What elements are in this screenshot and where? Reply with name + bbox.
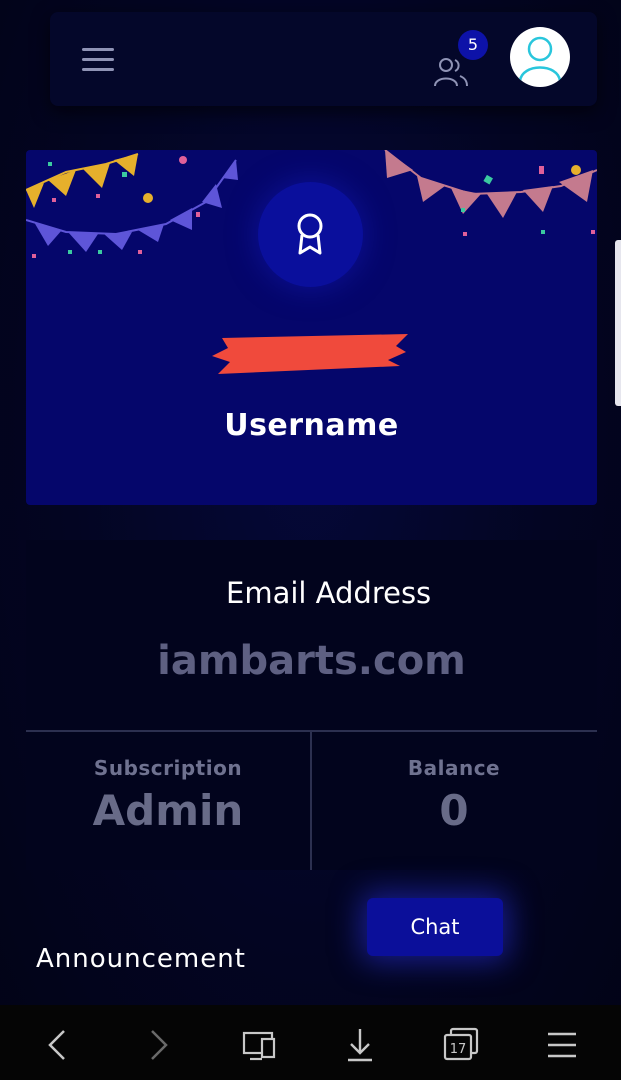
username: Username xyxy=(224,408,399,443)
subscription-value: Admin xyxy=(92,786,244,835)
profile-banner: Username xyxy=(26,150,597,505)
bunting-decoration-left xyxy=(26,153,238,258)
profile-page: 5 Username Email Address iambarts.com Su… xyxy=(0,0,621,1080)
scrollbar[interactable] xyxy=(615,240,621,406)
subscription-stat: Subscription Admin xyxy=(26,756,310,835)
balance-label: Balance xyxy=(407,756,501,780)
hamburger-menu-icon[interactable] xyxy=(82,48,114,72)
forward-arrow-icon[interactable] xyxy=(138,1025,178,1065)
email-value: iambarts.com xyxy=(157,638,466,684)
browser-toolbar: 17 xyxy=(0,1005,621,1080)
tabs-icon[interactable]: 17 xyxy=(441,1025,481,1065)
subscription-label: Subscription xyxy=(93,756,243,780)
download-icon[interactable] xyxy=(340,1025,380,1065)
award-ribbon-icon xyxy=(297,213,323,255)
balance-stat: Balance 0 xyxy=(312,756,596,835)
tabs-count: 17 xyxy=(450,1042,467,1057)
announcement-heading: Announcement xyxy=(36,944,246,974)
user-avatar-icon xyxy=(518,36,562,82)
chat-button[interactable]: Chat xyxy=(367,898,503,956)
menu-icon[interactable] xyxy=(542,1025,582,1065)
award-badge xyxy=(258,182,363,287)
email-label: Email Address xyxy=(226,576,432,610)
redaction-mark xyxy=(212,334,408,374)
back-arrow-icon[interactable] xyxy=(38,1025,78,1065)
desktop-view-icon[interactable] xyxy=(240,1025,280,1065)
notification-badge: 5 xyxy=(458,30,488,60)
profile-info-card: Email Address iambarts.com Subscription … xyxy=(26,540,597,870)
users-icon[interactable] xyxy=(433,54,469,90)
balance-value: 0 xyxy=(439,786,469,835)
user-avatar[interactable] xyxy=(510,27,570,87)
bunting-decoration-right xyxy=(384,150,597,236)
top-header: 5 xyxy=(50,12,597,106)
